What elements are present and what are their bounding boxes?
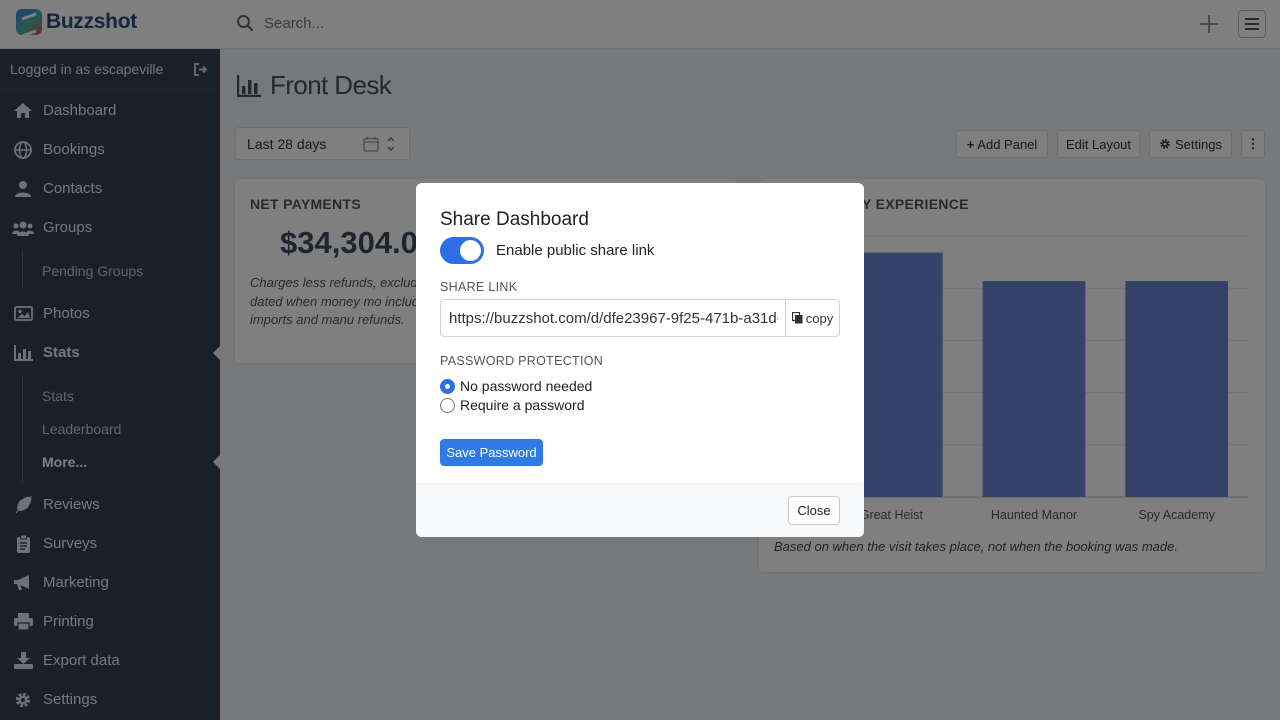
share-dashboard-modal: Share Dashboard Enable public share link… bbox=[416, 183, 864, 537]
modal-title: Share Dashboard bbox=[440, 209, 589, 230]
modal-footer: Close bbox=[416, 483, 864, 537]
close-button[interactable]: Close bbox=[788, 496, 840, 525]
radio-label: No password needed bbox=[460, 378, 593, 394]
save-password-button[interactable]: Save Password bbox=[440, 439, 543, 466]
radio-button[interactable] bbox=[440, 378, 455, 394]
radio-button[interactable] bbox=[440, 397, 455, 413]
copy-button[interactable]: copy bbox=[785, 299, 840, 337]
share-link-field[interactable] bbox=[440, 299, 786, 337]
copy-icon bbox=[791, 312, 803, 324]
toggle-knob bbox=[460, 240, 481, 261]
radio-label: Require a password bbox=[460, 397, 585, 413]
copy-label: copy bbox=[805, 310, 834, 326]
password-protection-label: PASSWORD PROTECTION bbox=[440, 354, 604, 368]
toggle-label: Enable public share link bbox=[496, 242, 655, 259]
share-link-label: SHARE LINK bbox=[440, 280, 518, 294]
radio-no-password[interactable]: No password needed bbox=[440, 378, 592, 394]
public-link-toggle[interactable] bbox=[440, 237, 484, 264]
radio-require-password[interactable]: Require a password bbox=[440, 397, 585, 413]
